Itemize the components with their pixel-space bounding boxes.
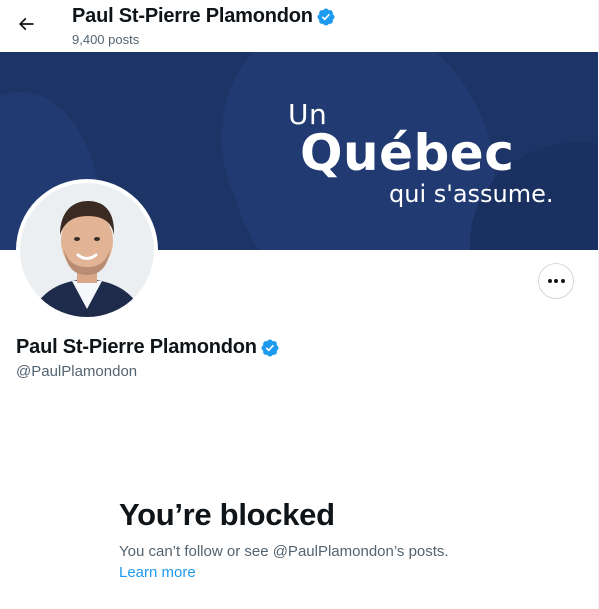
more-horizontal-icon: [554, 279, 558, 283]
profile-name: Paul St-Pierre Plamondon: [16, 336, 257, 358]
header-name: Paul St-Pierre Plamondon: [72, 5, 313, 27]
back-button[interactable]: [8, 8, 44, 44]
banner-text-line2: Québec: [300, 124, 515, 182]
profile-handle: @PaulPlamondon: [16, 363, 138, 380]
blocked-title: You’re blocked: [119, 497, 335, 532]
blocked-message: You can’t follow or see @PaulPlamondon’s…: [119, 543, 449, 560]
avatar-image: [20, 183, 154, 317]
profile-header: Paul St-Pierre Plamondon 9,400 posts: [0, 0, 598, 52]
banner-text-line3: qui s'assume.: [389, 180, 554, 208]
more-horizontal-icon: [547, 279, 552, 283]
more-horizontal-icon: [560, 279, 565, 283]
verified-badge-icon[interactable]: [260, 338, 280, 358]
verified-badge-icon[interactable]: [316, 7, 336, 27]
more-options-button[interactable]: [538, 263, 574, 299]
profile-name-row: Paul St-Pierre Plamondon: [16, 336, 280, 359]
arrow-left-icon: [16, 14, 36, 39]
avatar[interactable]: [16, 179, 158, 321]
header-title: Paul St-Pierre Plamondon: [72, 5, 336, 28]
post-count: 9,400 posts: [72, 32, 140, 47]
learn-more-link[interactable]: Learn more: [119, 564, 196, 581]
